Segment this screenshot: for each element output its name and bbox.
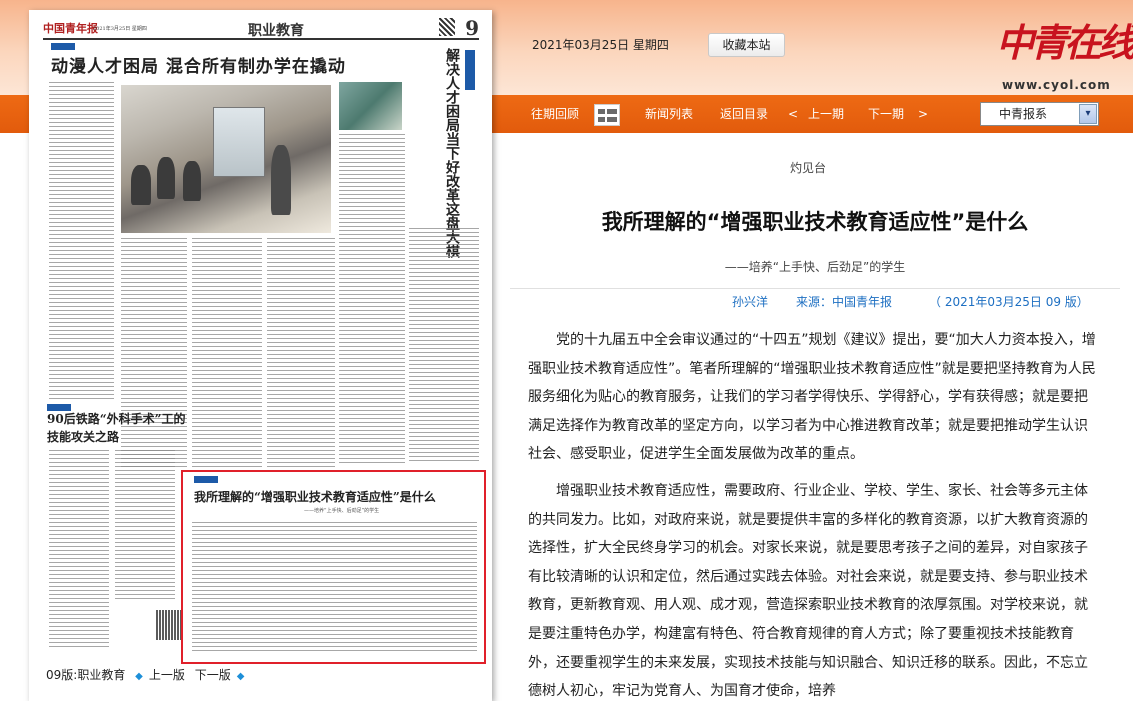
- chevron-right-icon: >: [918, 107, 929, 121]
- person-figure: [131, 165, 151, 205]
- person-figure: [183, 161, 201, 201]
- section-tag: [465, 50, 475, 90]
- article-paragraph: 增强职业技术教育适应性，需要政府、行业企业、学校、学生、家长、社会等多元主体的共…: [528, 482, 1088, 700]
- divider: [510, 288, 1120, 289]
- newspaper-section: 职业教育: [248, 23, 304, 39]
- section-tag: [51, 43, 75, 50]
- newspaper-text-column: [192, 238, 262, 468]
- chevron-down-icon[interactable]: ▾: [1079, 104, 1097, 124]
- next-page-icon: ◆: [236, 671, 245, 682]
- headline-line: 技能攻关之路: [47, 430, 120, 444]
- newspaper-text-column: [267, 238, 335, 468]
- newspaper-logo: 中国青年报: [43, 22, 98, 35]
- nav-news-list[interactable]: 新闻列表: [645, 95, 693, 133]
- newspaper-vertical-headline[interactable]: 解决人才困局当下好改革这盘大棋: [433, 48, 460, 258]
- newspaper-date: 2021年3月25日 星期四: [93, 26, 147, 32]
- qr-code-icon: [156, 610, 182, 640]
- nav-back-to-index[interactable]: 返回目录: [720, 95, 768, 133]
- person-figure: [157, 157, 175, 199]
- selected-article-frame[interactable]: [181, 470, 486, 664]
- headline-line: 90后铁路“外科手术”工的: [47, 412, 186, 426]
- newspaper-headline-main[interactable]: 动漫人才困局 混合所有制办学在撬动: [51, 52, 346, 77]
- article-paragraph: 党的十九届五中全会审议通过的“十四五”规划《建议》提出，要“加大人力资本投入，增…: [528, 332, 1096, 463]
- site-logo[interactable]: 中青在线 www.cyol.com: [996, 12, 1133, 92]
- select-value: 中青报系: [999, 107, 1048, 121]
- nav-prev-issue[interactable]: 上一期: [808, 95, 844, 133]
- newspaper-masthead: 中国青年报 2021年3月25日 星期四 职业教育 9: [43, 16, 479, 40]
- bookmark-site-button[interactable]: 收藏本站: [708, 33, 785, 57]
- next-page-link[interactable]: 下一版: [195, 668, 231, 682]
- newspaper-text-column: [409, 228, 479, 464]
- logo-url: www.cyol.com: [1002, 78, 1111, 92]
- column-label: 灼见台: [790, 161, 827, 175]
- newspaper-text-column: [339, 134, 405, 464]
- prev-page-icon: ◆: [135, 671, 143, 682]
- newspaper-text-column: [115, 450, 175, 600]
- logo-chinese: 中青在线: [996, 20, 1133, 65]
- article-author: 孙兴洋: [732, 295, 769, 309]
- current-date: 2021年03月25日 星期四: [532, 38, 669, 52]
- newspaper-headline-secondary[interactable]: 90后铁路“外科手术”工的 技能攻关之路: [47, 410, 186, 446]
- qr-code-icon: [439, 18, 455, 36]
- newspaper-group-select[interactable]: 中青报系 ▾: [980, 102, 1099, 126]
- person-figure: [271, 145, 291, 215]
- prev-page-link[interactable]: 上一版: [149, 668, 185, 682]
- page-navigation: 09版:职业教育 ◆ 上一版 下一版 ◆: [46, 666, 250, 683]
- chevron-left-icon: <: [788, 107, 799, 121]
- article-body: 党的十九届五中全会审议通过的“十四五”规划《建议》提出，要“加大人力资本投入，增…: [528, 326, 1100, 701]
- nav-archive[interactable]: 往期回顾: [531, 95, 579, 133]
- newspaper-text-column: [49, 450, 109, 650]
- article-subtitle: ——培养“上手快、后劲足”的学生: [724, 260, 906, 274]
- current-page-label: 09版:职业教育: [46, 668, 126, 682]
- article-source: 来源：中国青年报: [796, 295, 893, 309]
- main-nav: 往期回顾 新闻列表 返回目录 < 上一期 下一期 >: [0, 95, 1133, 133]
- article-date-page: （ 2021年03月25日 09 版）: [929, 295, 1089, 309]
- article-title: 我所理解的“增强职业技术教育适应性”是什么: [601, 210, 1029, 234]
- nav-next-issue[interactable]: 下一期: [868, 95, 904, 133]
- newspaper-page-number: 9: [465, 16, 479, 40]
- list-view-icon[interactable]: [594, 104, 620, 126]
